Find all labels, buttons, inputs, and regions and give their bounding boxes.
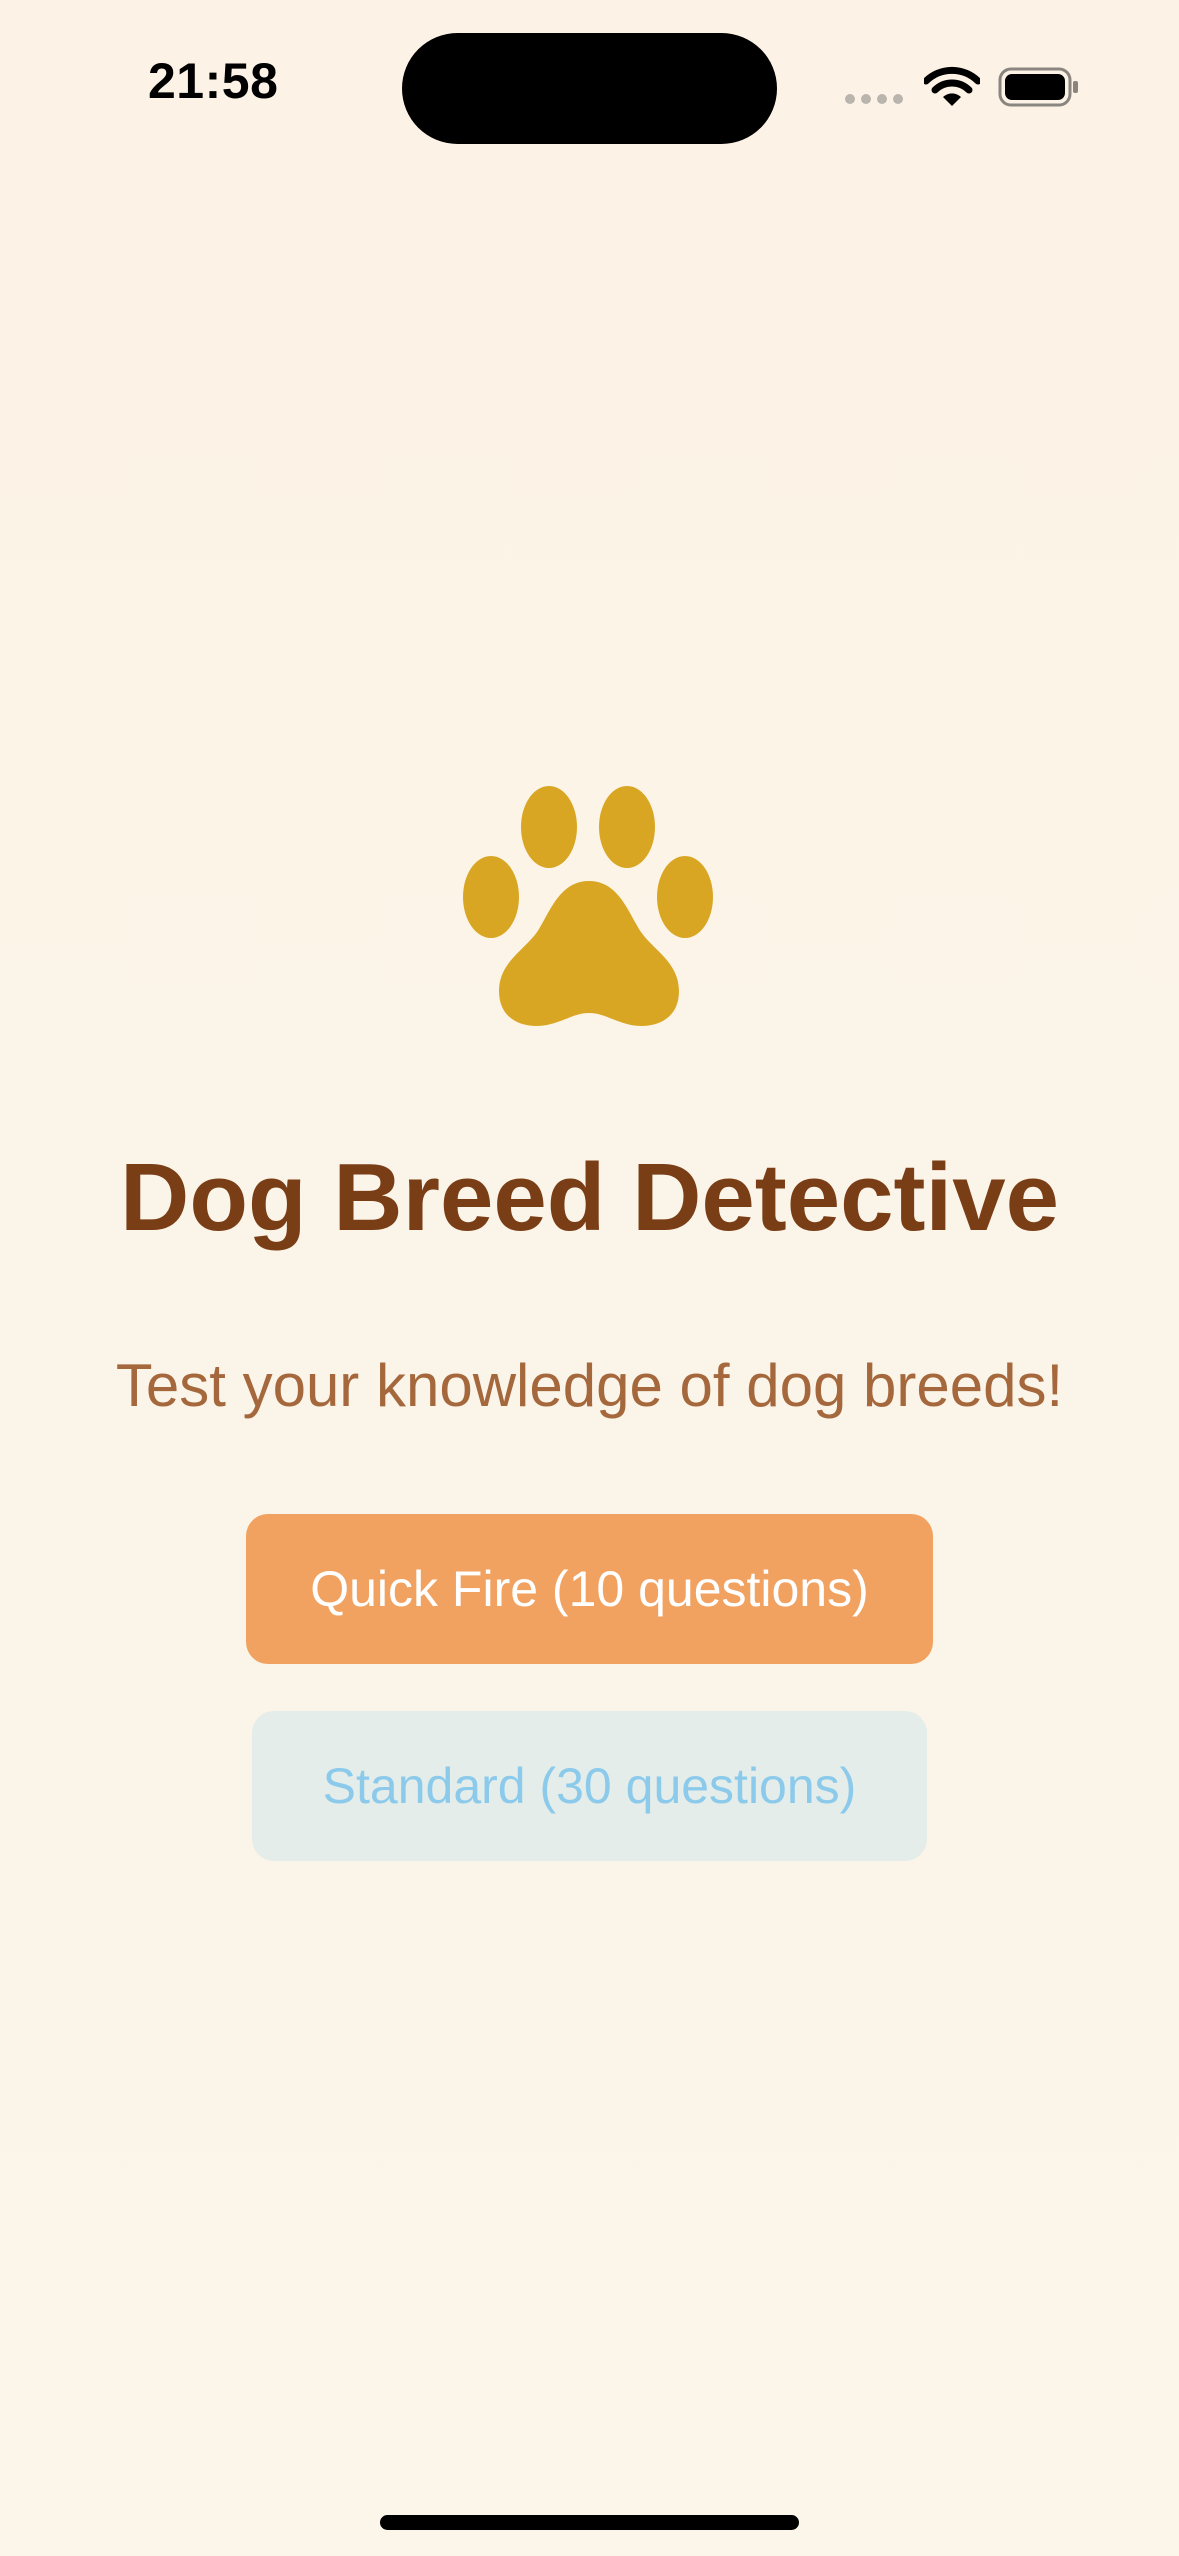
- quick-fire-button[interactable]: Quick Fire (10 questions): [246, 1514, 933, 1664]
- paw-icon: [463, 786, 713, 1026]
- quick-fire-button-label: Quick Fire (10 questions): [310, 1561, 869, 1617]
- status-time: 21:58: [148, 53, 279, 109]
- cellular-signal-icon: [845, 94, 905, 104]
- app-title: Dog Breed Detective: [120, 1144, 1059, 1251]
- standard-button-label: Standard (30 questions): [322, 1758, 857, 1814]
- dynamic-island: [402, 33, 777, 144]
- standard-button[interactable]: Standard (30 questions): [252, 1711, 927, 1861]
- wifi-icon: [924, 66, 980, 106]
- battery-icon: [998, 67, 1078, 107]
- home-indicator[interactable]: [380, 2515, 799, 2530]
- app-subtitle: Test your knowledge of dog breeds!: [115, 1352, 1064, 1419]
